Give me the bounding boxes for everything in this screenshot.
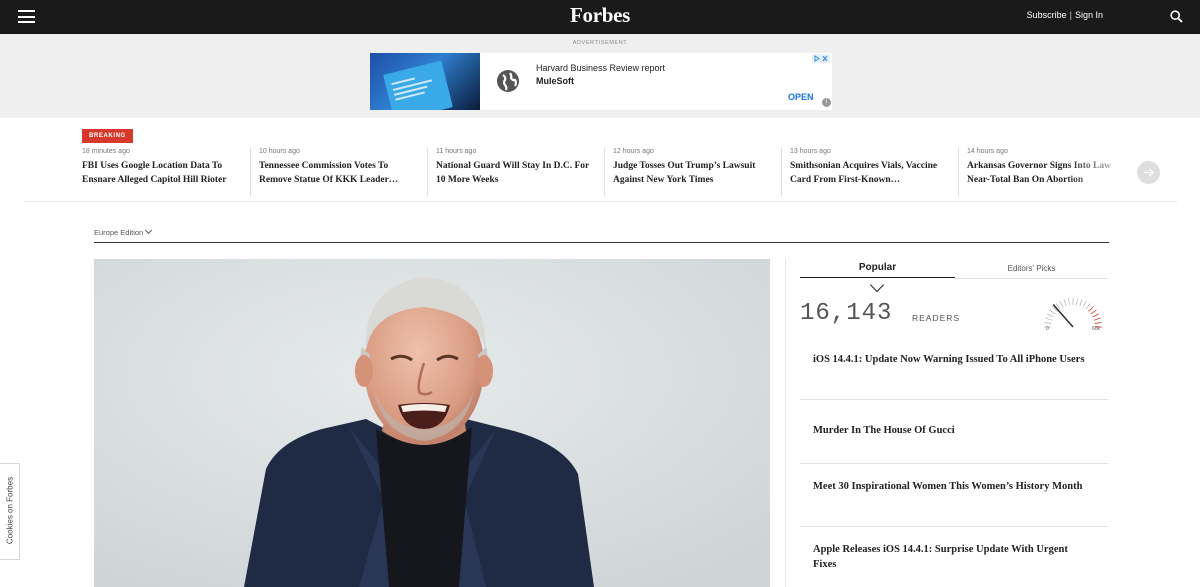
gauge-tick: [1046, 313, 1054, 318]
ad-brand[interactable]: MuleSoft: [536, 76, 574, 86]
readers-count: 16,143: [800, 300, 893, 327]
breaking-news-item[interactable]: 10 hours ago Tennessee Commission Votes …: [250, 148, 418, 196]
ad-open-button[interactable]: OPEN: [788, 92, 814, 102]
ad-title[interactable]: Harvard Business Review report: [536, 63, 665, 73]
news-headline[interactable]: FBI Uses Google Location Data To Ensnare…: [82, 159, 250, 187]
top-navigation-bar: Forbes Subscribe | Sign In: [0, 0, 1200, 34]
breaking-news-item[interactable]: 12 hours ago Judge Tosses Out Trump’s La…: [604, 148, 772, 196]
breaking-news-item[interactable]: 11 hours ago National Guard Will Stay In…: [427, 148, 595, 196]
smiling-man-photo: [94, 259, 770, 587]
advertisement-label: ADVERTISEMENT: [572, 40, 628, 46]
auth-separator: |: [1069, 10, 1072, 20]
popular-article-title[interactable]: Meet 30 Inspirational Women This Women’s…: [813, 479, 1093, 494]
gauge-tick: [1082, 300, 1087, 308]
gauge-needle: [1052, 303, 1074, 328]
gauge-tick: [1068, 298, 1070, 306]
hero-image[interactable]: [94, 259, 770, 587]
gauge-tick: [1094, 322, 1102, 324]
popular-article-title[interactable]: Murder In The House Of Gucci: [813, 423, 1093, 438]
gauge-tick: [1044, 322, 1052, 324]
popular-article-title[interactable]: iOS 14.4.1: Update Now Warning Issued To…: [813, 352, 1093, 367]
gauge-tick: [1049, 309, 1056, 315]
chevron-down-icon: [145, 226, 153, 235]
popular-article-title[interactable]: Apple Releases iOS 14.4.1: Surprise Upda…: [813, 542, 1093, 572]
gauge-tick: [1090, 309, 1097, 315]
gauge-tick: [1059, 300, 1064, 308]
breaking-badge: BREAKING: [82, 129, 133, 143]
breaking-news-item[interactable]: 13 hours ago Smithsonian Acquires Vials,…: [781, 148, 949, 196]
gauge-tick: [1085, 303, 1091, 310]
news-time: 18 minutes ago: [82, 148, 130, 155]
ad-info-icon[interactable]: i: [822, 98, 831, 107]
forbes-logo[interactable]: Forbes: [0, 3, 1200, 28]
ad-banner[interactable]: Harvard Business Review report MuleSoft …: [370, 53, 832, 110]
cookies-tab[interactable]: Cookies on Forbes: [0, 463, 20, 560]
news-headline[interactable]: National Guard Will Stay In D.C. For 10 …: [436, 159, 595, 187]
sign-in-link[interactable]: Sign In: [1075, 10, 1103, 20]
breaking-news-strip: BREAKING 18 minutes ago FBI Uses Google …: [24, 120, 1177, 202]
readers-label: READERS: [912, 313, 961, 323]
gauge-tick: [1063, 299, 1067, 307]
gauge-tick: [1093, 317, 1101, 321]
readers-gauge: 0 60k: [1044, 298, 1102, 332]
news-headline[interactable]: Smithsonian Acquires Vials, Vaccine Card…: [790, 159, 949, 187]
auth-links: Subscribe | Sign In: [1027, 10, 1103, 20]
news-time: 11 hours ago: [436, 148, 477, 155]
popular-article[interactable]: Apple Releases iOS 14.4.1: Surprise Upda…: [800, 527, 1108, 587]
news-time: 12 hours ago: [613, 148, 654, 155]
gauge-max-label: 60k: [1092, 326, 1101, 332]
gauge-tick: [1088, 306, 1094, 312]
edition-label[interactable]: Europe Edition: [94, 228, 143, 237]
strip-fade-overlay: [1064, 148, 1144, 198]
search-icon[interactable]: [1170, 10, 1183, 23]
gauge-min-label: 0: [1046, 326, 1049, 332]
ad-image[interactable]: [370, 53, 480, 110]
gauge-tick: [1045, 317, 1053, 321]
gauge-tick: [1076, 298, 1078, 306]
sidebar-divider: [785, 259, 786, 587]
popular-article[interactable]: iOS 14.4.1: Update Now Warning Issued To…: [800, 343, 1108, 400]
gauge-tick: [1092, 313, 1100, 318]
news-headline[interactable]: Tennessee Commission Votes To Remove Sta…: [259, 159, 418, 187]
news-headline[interactable]: Judge Tosses Out Trump’s Lawsuit Against…: [613, 159, 772, 187]
tab-popular[interactable]: Popular: [800, 262, 955, 278]
cookies-label[interactable]: Cookies on Forbes: [6, 467, 15, 555]
advertisement-zone: ADVERTISEMENT Harvard Business Review re…: [0, 34, 1200, 118]
edition-selector[interactable]: Europe Edition: [94, 226, 153, 237]
tab-editors-picks[interactable]: Editors' Picks: [955, 262, 1108, 279]
news-time: 10 hours ago: [259, 148, 300, 155]
edition-divider: [94, 242, 1109, 243]
arrow-right-icon: [1144, 168, 1154, 177]
sidebar-tabs: Popular Editors' Picks: [800, 262, 1108, 282]
adchoices-icon[interactable]: [812, 54, 830, 63]
globe-icon: [497, 70, 519, 92]
popular-article[interactable]: Murder In The House Of Gucci: [800, 400, 1108, 464]
popular-article[interactable]: Meet 30 Inspirational Women This Women’s…: [800, 464, 1108, 527]
news-time: 13 hours ago: [790, 148, 831, 155]
next-arrow-button[interactable]: [1137, 161, 1160, 184]
breaking-news-item[interactable]: 18 minutes ago FBI Uses Google Location …: [82, 148, 250, 196]
subscribe-link[interactable]: Subscribe: [1027, 10, 1067, 20]
gauge-tick: [1079, 299, 1083, 307]
